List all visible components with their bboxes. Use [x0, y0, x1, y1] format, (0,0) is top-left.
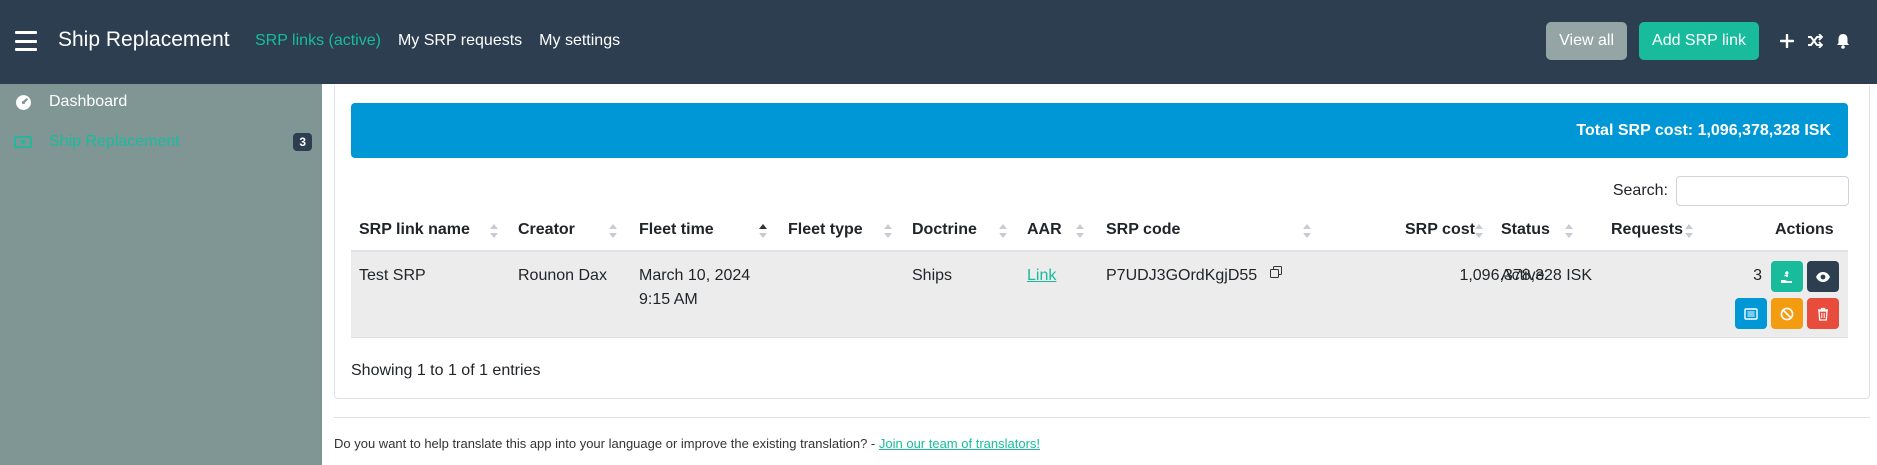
column-header-srp-cost[interactable]: SRP cost [1405, 221, 1475, 239]
cell-creator: Rounon Dax [518, 267, 607, 284]
translators-link[interactable]: Join our team of translators! [879, 436, 1040, 451]
cell-fleet-time: March 10, 2024 9:15 AM [639, 264, 750, 312]
footer: Do you want to help translate this app i… [334, 436, 1040, 451]
sidebar-item-label: Ship Replacement [49, 133, 180, 150]
sort-icon[interactable] [490, 224, 498, 238]
view-all-button[interactable]: View all [1546, 22, 1628, 60]
footer-text: Do you want to help translate this app i… [334, 436, 879, 451]
cell-requests: 3 [1753, 267, 1762, 284]
sort-icon[interactable] [1685, 224, 1693, 238]
search-label: Search: [1612, 182, 1668, 199]
sort-icon[interactable] [1303, 224, 1311, 238]
column-header-actions: Actions [1775, 221, 1834, 238]
column-header-srp-code[interactable]: SRP code [1106, 221, 1180, 239]
dashboard-icon [14, 93, 32, 111]
sort-icon[interactable] [1475, 224, 1483, 238]
delete-button[interactable] [1807, 298, 1839, 329]
add-srp-link-button[interactable]: Add SRP link [1639, 22, 1759, 60]
sidebar-item-dashboard[interactable]: Dashboard [0, 84, 322, 120]
sidebar-item-ship-replacement[interactable]: Ship Replacement 3 [0, 124, 322, 160]
eye-icon [1816, 271, 1830, 282]
fleet-clock: 9:15 AM [639, 291, 698, 308]
aar-link[interactable]: Link [1027, 267, 1056, 284]
copy-icon[interactable] [1270, 265, 1282, 278]
bell-icon[interactable] [1829, 22, 1857, 60]
table-header: SRP link name Creator Fleet time Fleet t… [351, 212, 1848, 252]
newspaper-icon [1744, 307, 1758, 320]
top-actions: View all Add SRP link [1546, 22, 1857, 60]
plus-icon[interactable] [1773, 22, 1801, 60]
top-nav: SRP links (active) My SRP requests My se… [255, 32, 620, 50]
column-header-fleet-time[interactable]: Fleet time [639, 221, 714, 239]
total-srp-cost-text: Total SRP cost: 1,096,378,328 ISK [1576, 121, 1831, 139]
shuffle-icon[interactable] [1801, 22, 1829, 60]
sort-icon[interactable] [1565, 224, 1573, 238]
top-navbar: Ship Replacement SRP links (active) My S… [0, 0, 1877, 84]
cell-srp-code: P7UDJ3GOrdKgjD55 [1106, 267, 1258, 284]
menu-toggle-icon[interactable] [15, 31, 37, 51]
sidebar: Dashboard Ship Replacement 3 [0, 84, 322, 465]
search-input[interactable] [1676, 176, 1849, 206]
fleet-date: March 10, 2024 [639, 267, 751, 284]
money-icon [14, 133, 32, 151]
edit-button[interactable] [1735, 298, 1767, 329]
table-search: Search: [1613, 176, 1849, 206]
sort-icon[interactable] [999, 224, 1007, 238]
sort-icon[interactable] [884, 224, 892, 238]
pagination-info: Showing 1 to 1 of 1 entries [351, 362, 541, 379]
sort-ascending-icon[interactable] [759, 224, 767, 238]
sort-icon[interactable] [609, 224, 617, 238]
count-badge: 3 [293, 133, 312, 151]
column-header-doctrine[interactable]: Doctrine [912, 221, 977, 239]
column-header-fleet-type[interactable]: Fleet type [788, 221, 863, 239]
ban-icon [1780, 307, 1794, 320]
disable-button[interactable] [1771, 298, 1803, 329]
hand-holding-dollar-icon [1781, 270, 1792, 283]
payout-button[interactable] [1771, 261, 1803, 292]
column-header-aar[interactable]: AAR [1027, 221, 1062, 239]
nav-my-srp-requests[interactable]: My SRP requests [398, 32, 522, 50]
divider [334, 417, 1870, 418]
trash-icon [1818, 307, 1828, 321]
table-row: Test SRP Rounon Dax March 10, 2024 9:15 … [351, 252, 1848, 338]
column-header-creator[interactable]: Creator [518, 221, 575, 239]
app-title: Ship Replacement [58, 28, 230, 51]
sort-icon[interactable] [1076, 224, 1084, 238]
cell-aar: Link [1027, 264, 1056, 288]
column-header-status[interactable]: Status [1501, 221, 1550, 239]
cell-srp-link-name: Test SRP [359, 267, 426, 284]
cell-doctrine: Ships [912, 267, 953, 284]
total-srp-cost-banner: Total SRP cost: 1,096,378,328 ISK [351, 103, 1848, 158]
column-header-requests[interactable]: Requests [1611, 221, 1683, 239]
cell-status: Active [1501, 267, 1545, 284]
view-button[interactable] [1807, 261, 1839, 292]
nav-my-settings[interactable]: My settings [539, 32, 620, 50]
column-header-srp-link-name[interactable]: SRP link name [359, 221, 470, 239]
nav-srp-links-active[interactable]: SRP links (active) [255, 32, 381, 50]
sidebar-item-label: Dashboard [49, 93, 128, 110]
